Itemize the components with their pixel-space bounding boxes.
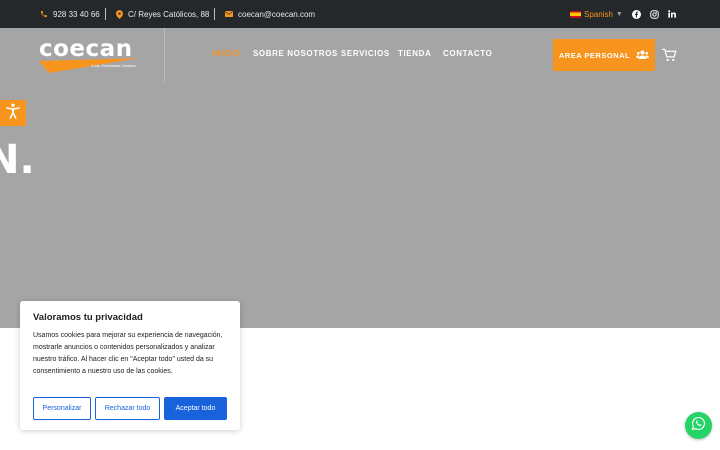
topbar-separator: [105, 8, 106, 20]
nav-sobre-nosotros[interactable]: SOBRE NOSOTROS: [253, 49, 338, 58]
phone-icon: [40, 10, 48, 18]
accept-all-button[interactable]: Aceptar todo: [164, 397, 227, 420]
instagram-icon[interactable]: [649, 9, 659, 19]
language-label: Spanish: [584, 9, 613, 19]
topbar-email[interactable]: coecan@coecan.com: [225, 0, 315, 28]
hero-section: N.: [0, 82, 720, 328]
address-text: C/ Reyes Católicos, 88: [128, 9, 210, 19]
caret-down-icon: ▼: [615, 10, 623, 18]
accessibility-icon: [5, 103, 21, 124]
site-header: coecan Coop. Estudiantes Canarios INICIO…: [0, 28, 720, 82]
accessibility-button[interactable]: [0, 100, 26, 126]
topbar-address[interactable]: C/ Reyes Católicos, 88: [116, 0, 209, 28]
users-icon: [636, 50, 650, 61]
spain-flag-icon: [570, 10, 581, 18]
header-divider: [164, 28, 165, 82]
coecan-logo[interactable]: coecan Coop. Estudiantes Canarios: [39, 37, 139, 73]
map-pin-icon: [116, 9, 123, 19]
phone-text: 928 33 40 66: [53, 9, 100, 19]
whatsapp-button[interactable]: [685, 412, 712, 439]
nav-tienda[interactable]: TIENDA: [398, 49, 431, 58]
cookie-body: Usamos cookies para mejorar su experienc…: [33, 332, 223, 375]
envelope-icon: [225, 11, 233, 17]
nav-contacto[interactable]: CONTACTO: [443, 49, 492, 58]
reject-all-button[interactable]: Rechazar todo: [95, 397, 160, 420]
area-personal-button[interactable]: AREA PERSONAL: [553, 39, 655, 71]
top-bar: 928 33 40 66 C/ Reyes Católicos, 88 coec…: [0, 0, 720, 28]
email-text: coecan@coecan.com: [238, 9, 316, 19]
customize-button[interactable]: Personalizar: [33, 397, 91, 420]
linkedin-icon[interactable]: [667, 9, 677, 19]
whatsapp-icon: [691, 416, 706, 436]
hero-heading: N.: [0, 137, 35, 183]
cookie-consent-banner: Valoramos tu privacidad Usamos cookies p…: [20, 301, 240, 430]
cookie-title: Valoramos tu privacidad: [33, 312, 143, 323]
nav-inicio[interactable]: INICIO: [212, 49, 240, 58]
language-selector[interactable]: Spanish ▼: [570, 0, 623, 28]
facebook-icon[interactable]: [631, 9, 641, 19]
area-personal-label: AREA PERSONAL: [558, 50, 631, 60]
logo-subtitle: Coop. Estudiantes Canarios: [91, 64, 136, 68]
nav-servicios[interactable]: SERVICIOS: [341, 49, 390, 58]
topbar-phone[interactable]: 928 33 40 66: [40, 0, 100, 28]
cart-icon[interactable]: [662, 48, 677, 62]
topbar-separator: [214, 8, 215, 20]
